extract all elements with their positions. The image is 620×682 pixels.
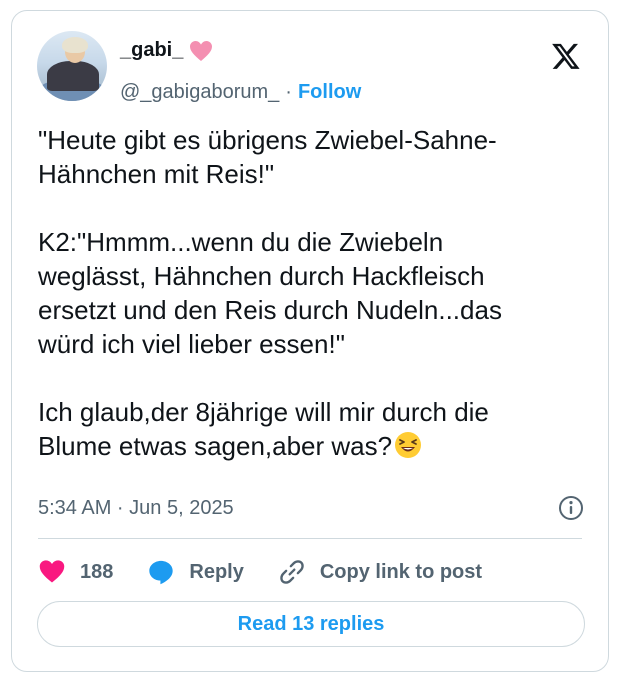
reply-button[interactable]: Reply: [147, 558, 244, 586]
tweet-body: "Heute gibt es übrigens Zwiebel-Sahne- H…: [38, 125, 502, 461]
separator-dot: ·: [285, 81, 292, 103]
copy-link-button[interactable]: Copy link to post: [278, 558, 482, 586]
divider: [38, 538, 582, 539]
pink-heart-icon: [190, 40, 213, 61]
heart-icon: [39, 560, 65, 583]
like-button[interactable]: 188: [38, 558, 113, 586]
link-icon: [280, 560, 304, 584]
author-name-row: _gabi_: [120, 39, 213, 62]
avatar[interactable]: [37, 31, 107, 101]
tweet-card: _gabi_ @_gabigaborum_ · Follow "Heute gi…: [11, 10, 609, 672]
follow-button[interactable]: Follow: [298, 81, 361, 104]
copy-link-label: Copy link to post: [319, 560, 483, 583]
action-bar: 188 Reply Copy link to post: [38, 555, 516, 589]
author-display-name[interactable]: _gabi_: [120, 39, 183, 62]
info-icon[interactable]: [558, 495, 584, 521]
tweet-timestamp[interactable]: 5:34 AM · Jun 5, 2025: [38, 497, 234, 520]
author-handle-row: @_gabigaborum_ · Follow: [120, 81, 361, 104]
read-replies-button[interactable]: Read 13 replies: [37, 601, 585, 647]
read-replies-label: Read 13 replies: [237, 612, 385, 635]
like-count: 188: [80, 560, 114, 583]
laughing-face-icon: [395, 432, 422, 458]
tweet-text: "Heute gibt es übrigens Zwiebel-Sahne- H…: [38, 123, 586, 463]
reply-label: Reply: [189, 560, 244, 583]
x-logo-icon[interactable]: [550, 41, 582, 71]
reply-bubble-icon: [149, 560, 174, 585]
author-handle[interactable]: @_gabigaborum_: [120, 81, 279, 104]
